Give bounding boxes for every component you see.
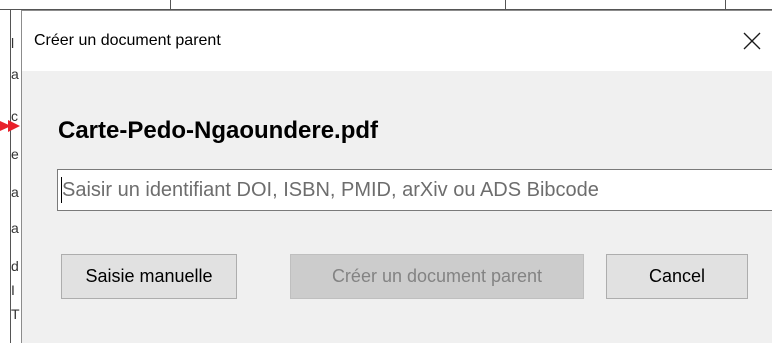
red-arrow-icon [0, 120, 20, 132]
background-rule [725, 0, 726, 10]
cancel-button[interactable]: Cancel [606, 254, 748, 299]
background-text-fragment: a [11, 184, 19, 200]
background-text-fragment: l [11, 35, 15, 51]
dialog-title: Créer un document parent [34, 32, 221, 49]
background-text-fragment: I [11, 282, 15, 298]
identifier-input[interactable] [57, 169, 772, 211]
dialog-titlebar: Créer un document parent [22, 11, 772, 71]
create-parent-button[interactable]: Créer un document parent [290, 254, 584, 299]
screen: l a c e a a d I T Créer un document pare… [0, 0, 772, 343]
text-caret [61, 177, 62, 203]
background-text-fragment: a [11, 220, 19, 236]
background-rule [505, 0, 506, 10]
manual-entry-button[interactable]: Saisie manuelle [61, 254, 237, 299]
close-button[interactable] [732, 23, 772, 59]
close-icon [743, 32, 761, 50]
attachment-file-name: Carte-Pedo-Ngaoundere.pdf [58, 117, 379, 144]
background-text-fragment: T [11, 306, 20, 322]
background-text-fragment: a [11, 66, 19, 82]
background-text-fragment: d [11, 258, 19, 274]
background-rule [170, 0, 171, 10]
background-text-fragment: e [11, 146, 19, 162]
create-parent-dialog: Créer un document parent Carte-Pedo-Ngao… [21, 10, 772, 343]
